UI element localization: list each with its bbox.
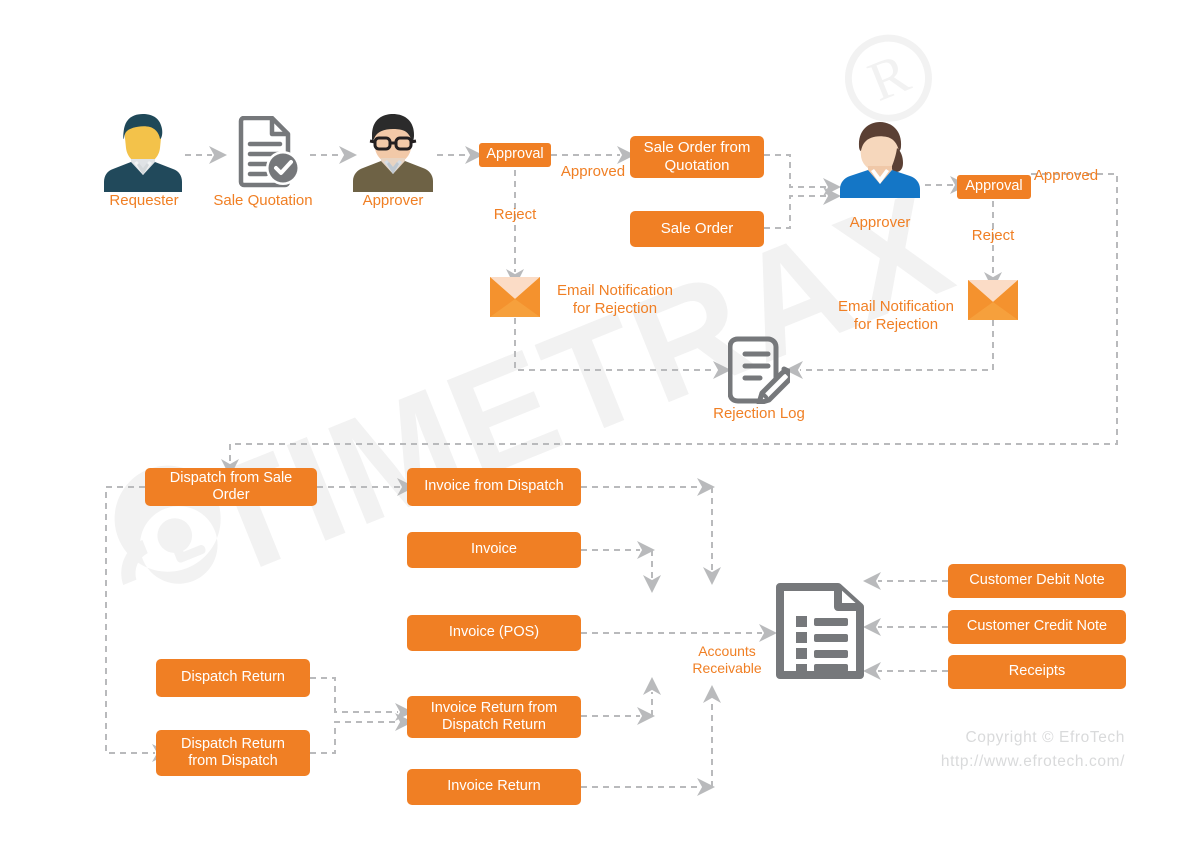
accounts-receivable-node — [776, 583, 864, 684]
person-avatar-icon — [104, 114, 182, 192]
rejection-log-node — [727, 336, 793, 409]
sale-quotation-label: Sale Quotation — [213, 192, 313, 209]
email-rejection-2-node — [968, 280, 1018, 325]
approved-1-label: Approved — [560, 163, 626, 180]
svg-text:R: R — [860, 42, 918, 114]
rejection-log-label: Rejection Log — [713, 405, 805, 422]
approval-1-box[interactable]: Approval — [479, 143, 551, 167]
sale-order-from-quotation-box[interactable]: Sale Order from Quotation — [630, 136, 764, 178]
email-rejection-1-label: Email Notification for Rejection — [557, 282, 673, 317]
receipts-box[interactable]: Receipts — [948, 655, 1126, 689]
invoice-return-from-dispatch-return-box[interactable]: Invoice Return from Dispatch Return — [407, 696, 581, 738]
invoice-box[interactable]: Invoice — [407, 532, 581, 568]
dispatch-from-sale-order-box[interactable]: Dispatch from Sale Order — [145, 468, 317, 506]
approver-2-node — [840, 118, 920, 203]
envelope-icon — [968, 280, 1018, 320]
document-list-icon — [776, 583, 864, 679]
customer-credit-note-box[interactable]: Customer Credit Note — [948, 610, 1126, 644]
customer-debit-note-box[interactable]: Customer Debit Note — [948, 564, 1126, 598]
document-check-icon — [238, 115, 300, 188]
email-rejection-1-node — [490, 277, 540, 322]
sale-order-box[interactable]: Sale Order — [630, 211, 764, 247]
person-glasses-avatar-icon — [353, 114, 433, 192]
accounts-receivable-label: Accounts Receivable — [692, 643, 762, 676]
diagram-canvas: TIMETRAX R Requester Sale Quotation Appr… — [0, 0, 1200, 864]
approved-2-label: Approved — [1033, 167, 1099, 184]
document-pencil-icon — [727, 336, 793, 406]
invoice-pos-box[interactable]: Invoice (POS) — [407, 615, 581, 651]
email-rejection-2-label: Email Notification for Rejection — [838, 298, 954, 333]
invoice-from-dispatch-box[interactable]: Invoice from Dispatch — [407, 468, 581, 506]
approver-1-label: Approver — [362, 192, 424, 209]
approver-2-label: Approver — [849, 214, 911, 231]
requester-node — [104, 112, 182, 197]
reject-1-label: Reject — [493, 206, 537, 223]
copyright-text: Copyright © EfroTech http://www.efrotech… — [940, 729, 1125, 771]
reject-2-label: Reject — [971, 227, 1015, 244]
person-female-avatar-icon — [840, 122, 920, 198]
approval-2-box[interactable]: Approval — [957, 175, 1031, 199]
invoice-return-box[interactable]: Invoice Return — [407, 769, 581, 805]
approver-1-node — [353, 110, 433, 197]
envelope-icon — [490, 277, 540, 317]
dispatch-return-from-dispatch-box[interactable]: Dispatch Return from Dispatch — [156, 730, 310, 776]
sale-quotation-node — [232, 115, 302, 195]
dispatch-return-box[interactable]: Dispatch Return — [156, 659, 310, 697]
